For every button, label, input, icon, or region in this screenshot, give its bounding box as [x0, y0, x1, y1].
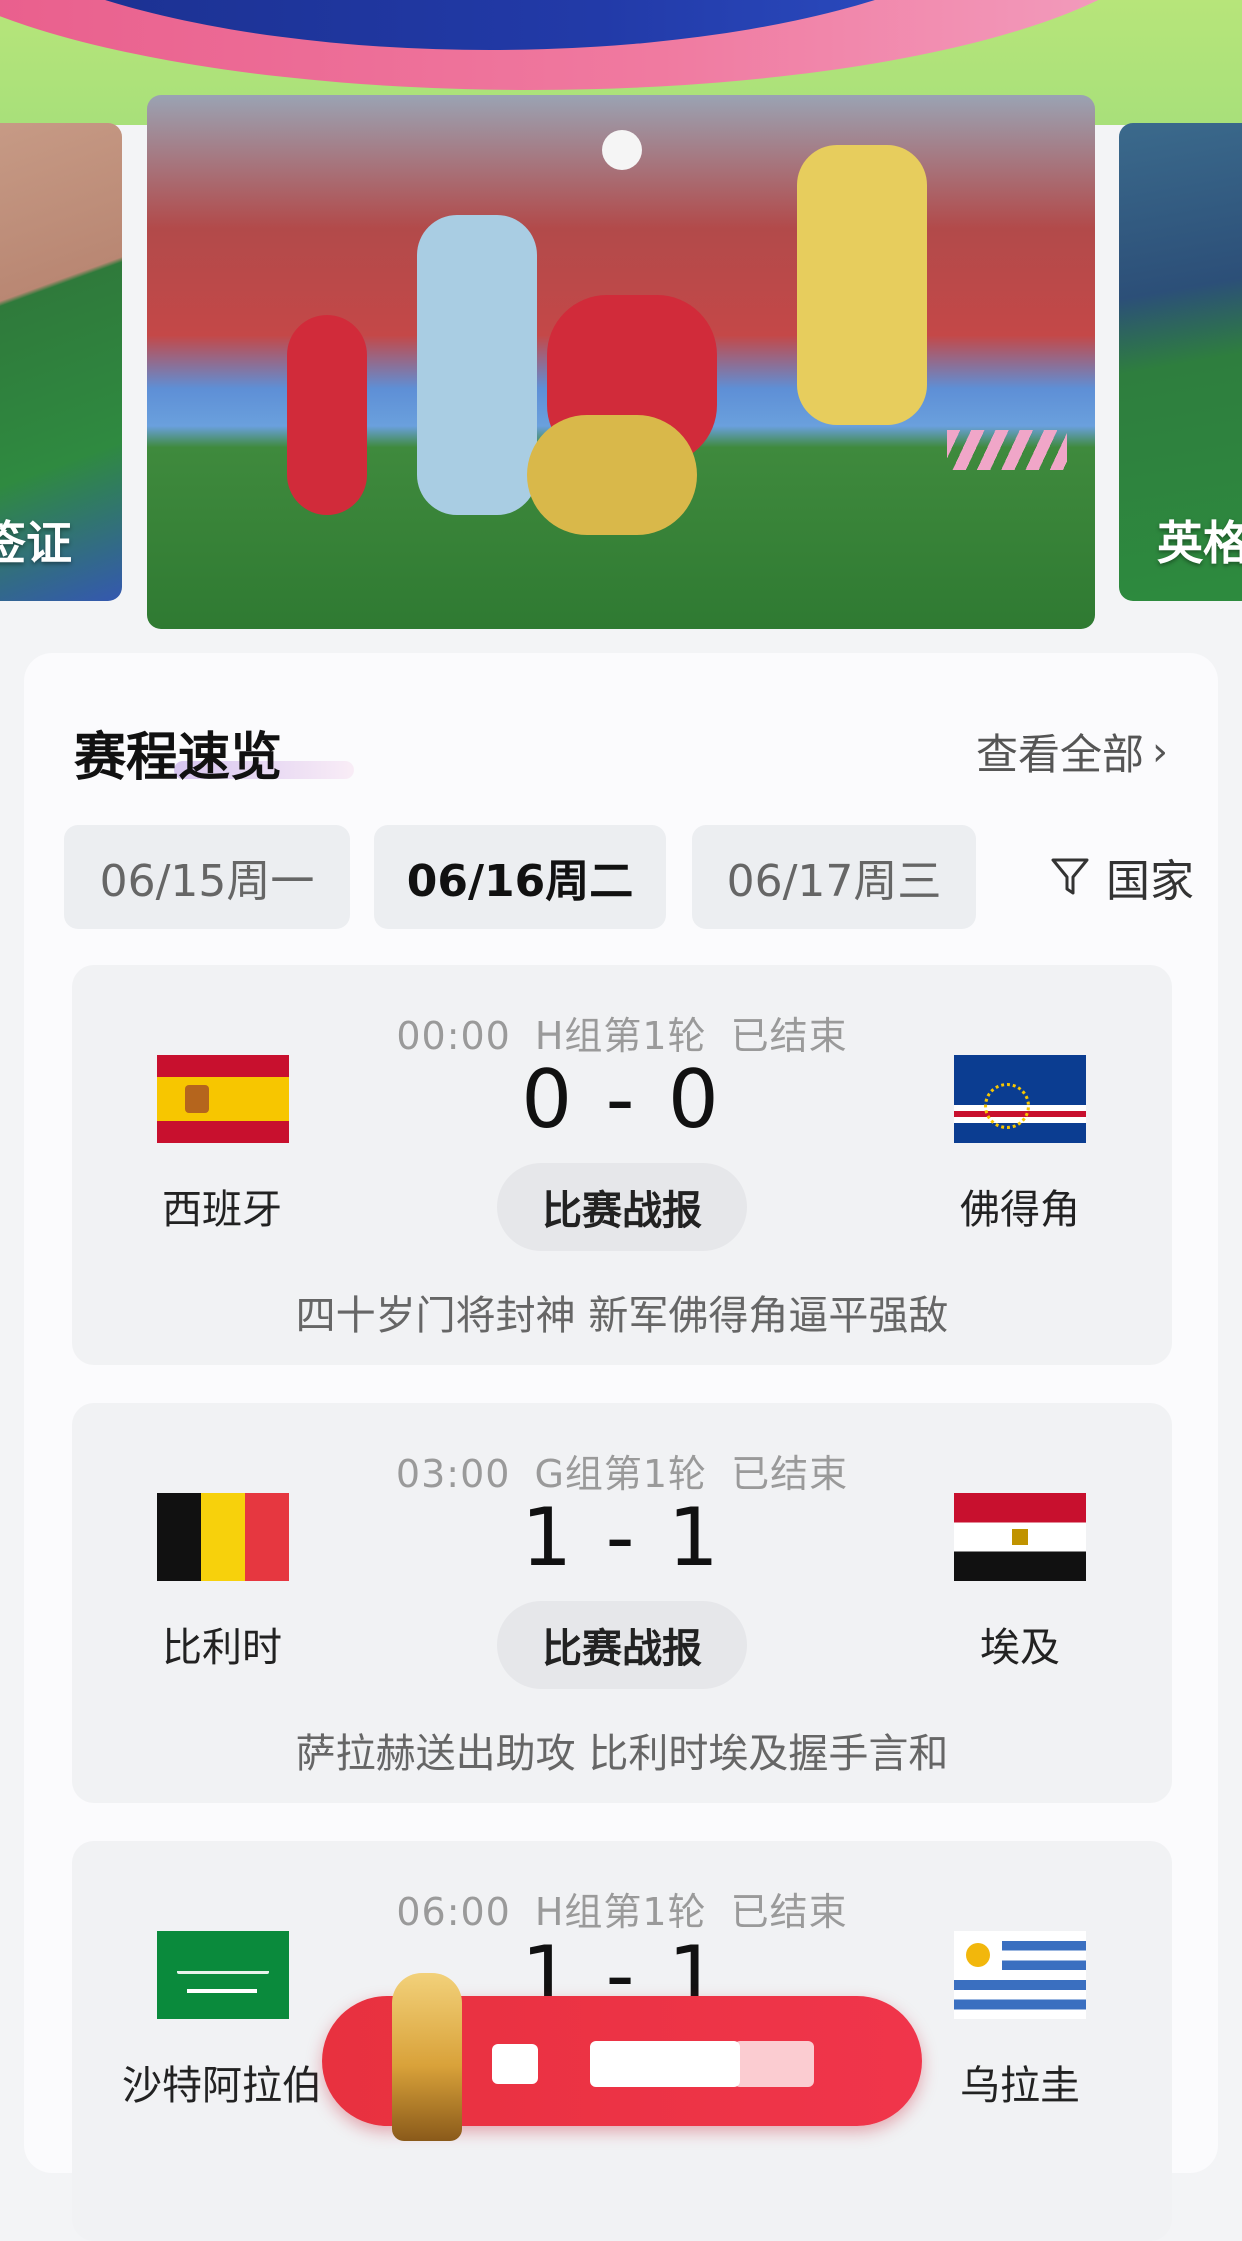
match-status: 已结束: [730, 1890, 848, 1934]
match-status: 已结束: [731, 1452, 849, 1496]
match-time: 06:00: [396, 1890, 511, 1934]
match-headline[interactable]: 萨拉赫送出助攻 比利时埃及握手言和: [72, 1721, 1172, 1779]
player-figure: [287, 315, 367, 515]
match-report-button[interactable]: 比赛战报: [497, 1601, 747, 1689]
slide-caption: 签证: [0, 516, 72, 570]
match-headline[interactable]: 四十岁门将封神 新军佛得角逼平强敌: [72, 1283, 1172, 1341]
match-card[interactable]: 00:00 H组第1轮 已结束 0 - 0 西班牙 比赛战报 佛得角 四十岁门将封神…: [72, 965, 1172, 1365]
obscured-text: [492, 2044, 538, 2084]
obscured-text: [734, 2041, 814, 2087]
flag-belgium: [157, 1493, 289, 1581]
image-carousel[interactable]: 签证 英格: [0, 95, 1242, 635]
view-all-link[interactable]: 查看全部 ›: [976, 721, 1168, 782]
tab-date-0616[interactable]: 06/16周二: [374, 825, 666, 929]
away-team-name: 佛得角: [960, 1187, 1080, 1233]
match-card[interactable]: 03:00 G组第1轮 已结束 1 - 1 比利时 比赛战报 埃及 萨拉赫送出助攻 …: [72, 1403, 1172, 1803]
match-meta: 03:00 G组第1轮 已结束: [72, 1443, 1172, 1498]
match-meta: 06:00 H组第1轮 已结束: [72, 1881, 1172, 1936]
match-meta: 00:00 H组第1轮 已结束: [72, 1005, 1172, 1060]
flag-uruguay: [954, 1931, 1086, 2019]
tab-date-0615[interactable]: 06/15周一: [64, 825, 350, 929]
country-filter[interactable]: 国家: [1050, 825, 1194, 929]
home-team-name: 比利时: [162, 1625, 282, 1671]
tab-date-0617[interactable]: 06/17周三: [692, 825, 976, 929]
date-tabs: 06/15周一 06/16周二 06/17周三 国家: [64, 825, 1204, 929]
slide-caption: 英格: [1157, 516, 1242, 570]
carousel-slide-current[interactable]: [147, 95, 1095, 629]
match-report-button[interactable]: 比赛战报: [497, 1163, 747, 1251]
pitch-ad-board: [947, 430, 1067, 470]
player-figure: [527, 415, 697, 535]
home-team-name: 沙特阿拉伯: [122, 2063, 322, 2109]
carousel-slide-next[interactable]: 英格: [1119, 123, 1242, 601]
carousel-slide-prev[interactable]: 签证: [0, 123, 122, 601]
match-round: G组第1轮: [534, 1452, 708, 1496]
match-round: H组第1轮: [534, 1014, 707, 1058]
flag-cape-verde: [954, 1055, 1086, 1143]
player-figure: [797, 145, 927, 425]
match-time: 03:00: [395, 1452, 511, 1496]
filter-label: 国家: [1106, 856, 1194, 907]
view-all-label: 查看全部: [975, 730, 1144, 779]
match-score: 1 - 1: [521, 1491, 723, 1584]
match-time: 00:00: [396, 1014, 511, 1058]
football: [602, 130, 642, 170]
flag-spain: [157, 1055, 289, 1143]
schedule-card: 赛程速览 查看全部 › 06/15周一 06/16周二 06/17周三 国家 0…: [24, 653, 1218, 2241]
home-team-name: 西班牙: [162, 1187, 282, 1233]
flag-egypt: [954, 1493, 1086, 1581]
trophy-icon: [392, 1973, 462, 2141]
away-team-name: 埃及: [980, 1625, 1060, 1671]
away-team-name: 乌拉圭: [960, 2063, 1080, 2109]
match-score: 0 - 0: [521, 1053, 723, 1146]
match-status: 已结束: [730, 1014, 848, 1058]
goalkeeper-figure: [417, 215, 537, 515]
flag-saudi-arabia: [157, 1931, 289, 2019]
match-round: H组第1轮: [534, 1890, 707, 1934]
section-title: 赛程速览: [74, 728, 283, 788]
filter-icon: [1051, 858, 1089, 895]
chevron-right-icon: ›: [1152, 728, 1168, 775]
obscured-text: [590, 2041, 740, 2087]
